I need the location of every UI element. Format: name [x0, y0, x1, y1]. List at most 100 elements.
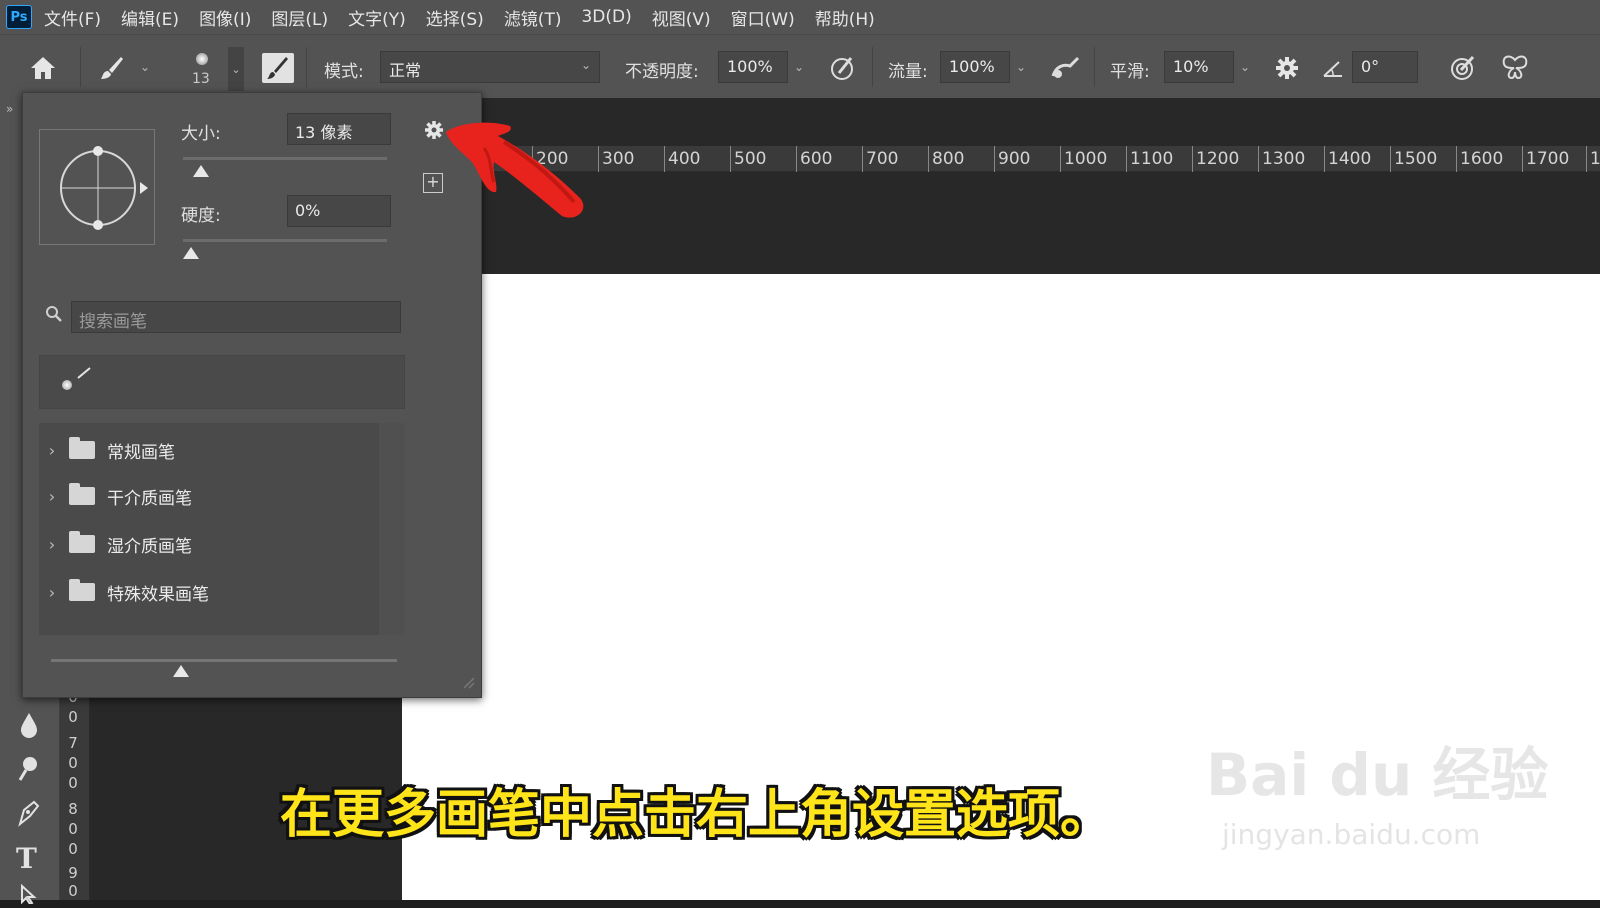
separator: [1094, 47, 1095, 87]
red-arrow-annotation: [446, 122, 584, 218]
ruler-h-label: 600: [796, 146, 832, 172]
smoothing-dropdown-icon[interactable]: ⌄: [1234, 51, 1256, 83]
brush-angle-preview[interactable]: [39, 129, 155, 245]
chevron-right-icon[interactable]: ›: [39, 583, 65, 602]
resize-grip-icon[interactable]: [459, 673, 475, 689]
menu-bar: Ps 文件(F) 编辑(E) 图像(I) 图层(L) 文字(Y) 选择(S) 滤…: [0, 0, 1600, 34]
folder-list-scrollbar[interactable]: [379, 423, 405, 635]
brush-preset-dropdown-icon[interactable]: ⌄: [228, 47, 244, 91]
flow-dropdown-icon[interactable]: ⌄: [1010, 51, 1032, 83]
ruler-v-label: 8: [68, 800, 78, 818]
menu-select[interactable]: 选择(S): [426, 5, 484, 30]
pressure-size-icon[interactable]: [1448, 53, 1478, 83]
menu-image[interactable]: 图像(I): [199, 5, 251, 30]
folder-label: 特殊效果画笔: [107, 584, 209, 605]
folder-row[interactable]: › 湿介质画笔: [39, 521, 379, 567]
recent-brushes-row: [39, 355, 405, 409]
separator: [80, 47, 81, 87]
chevron-right-icon[interactable]: ›: [39, 441, 65, 460]
tool-preset-dropdown-icon[interactable]: ⌄: [134, 51, 156, 83]
folder-row[interactable]: › 常规画笔: [39, 427, 379, 473]
ruler-v-label: 0: [68, 708, 78, 726]
search-icon: [45, 305, 63, 323]
chevron-right-icon[interactable]: ›: [39, 535, 65, 554]
size-input[interactable]: 13 像素: [287, 113, 391, 145]
brush-preset-picker[interactable]: 13: [186, 49, 222, 93]
flow-label: 流量:: [888, 62, 928, 82]
ruler-h-label: 1700: [1522, 146, 1569, 172]
ruler-h-label: 1600: [1456, 146, 1503, 172]
hardness-input[interactable]: 0%: [287, 195, 391, 227]
separator: [872, 47, 873, 87]
mode-select[interactable]: 正常 ⌄: [380, 51, 600, 83]
menu-layer[interactable]: 图层(L): [271, 5, 328, 30]
brush-tool-icon[interactable]: [96, 53, 126, 83]
symmetry-butterfly-icon[interactable]: [1500, 53, 1530, 83]
ruler-h-label: 500: [730, 146, 766, 172]
ruler-h-label: 900: [994, 146, 1030, 172]
flow-input[interactable]: 100%: [940, 51, 1010, 83]
menu-filter[interactable]: 滤镜(T): [504, 5, 562, 30]
folder-icon: [69, 579, 95, 601]
baidu-watermark: Bai du 经验: [1206, 741, 1549, 809]
ruler-h-label: 1100: [1126, 146, 1173, 172]
ruler-v-label: 0: [68, 882, 78, 900]
airbrush-icon[interactable]: [1050, 53, 1080, 83]
brush-tip-icon: [196, 53, 208, 65]
menu-file[interactable]: 文件(F): [44, 5, 101, 30]
hardness-label: 硬度:: [181, 206, 221, 226]
ruler-v-label: 0: [68, 754, 78, 772]
ruler-h-label: 1000: [1060, 146, 1107, 172]
folder-icon: [69, 531, 95, 553]
menu-3d[interactable]: 3D(D): [581, 7, 631, 27]
opacity-dropdown-icon[interactable]: ⌄: [788, 51, 810, 83]
menu-help[interactable]: 帮助(H): [815, 5, 875, 30]
preview-size-slider-thumb[interactable]: [173, 665, 189, 677]
menu-type[interactable]: 文字(Y): [348, 5, 406, 30]
path-selection-tool-icon[interactable]: [16, 883, 42, 906]
brush-preset-panel: 大小: 13 像素 + 硬度: 0% 搜索画笔 › 常规画笔 › 干介质画笔 ›: [22, 92, 482, 698]
home-icon[interactable]: [28, 53, 58, 83]
pressure-opacity-icon[interactable]: [828, 53, 858, 83]
ruler-h-label: 1400: [1324, 146, 1371, 172]
menu-view[interactable]: 视图(V): [652, 5, 711, 30]
opacity-input[interactable]: 100%: [718, 51, 788, 83]
angle-icon: [1318, 53, 1348, 83]
photoshop-logo: Ps: [6, 5, 32, 29]
ruler-v-label: 0: [68, 820, 78, 838]
size-slider-track[interactable]: [183, 157, 387, 160]
pen-tool-icon[interactable]: [16, 798, 42, 828]
ruler-h-label: 1200: [1192, 146, 1239, 172]
ruler-h-label: 1500: [1390, 146, 1437, 172]
hardness-slider-track[interactable]: [183, 239, 387, 242]
ruler-h-label: 1: [1586, 146, 1600, 172]
type-tool-icon[interactable]: T: [16, 842, 42, 875]
brush-settings-panel-icon[interactable]: [262, 53, 294, 83]
menu-edit[interactable]: 编辑(E): [121, 5, 179, 30]
folder-row[interactable]: › 特殊效果画笔: [39, 569, 379, 615]
hardness-slider-thumb[interactable]: [183, 247, 199, 259]
folder-icon: [69, 483, 95, 505]
blur-tool-icon[interactable]: [16, 710, 42, 740]
brush-search-input[interactable]: 搜索画笔: [71, 301, 401, 333]
menu-window[interactable]: 窗口(W): [731, 5, 795, 30]
ruler-h-label: 700: [862, 146, 898, 172]
ruler-h-label: 300: [598, 146, 634, 172]
separator: [306, 47, 307, 87]
collapse-icon[interactable]: »: [6, 102, 13, 116]
preview-size-slider-track[interactable]: [51, 659, 397, 662]
smoothing-input[interactable]: 10%: [1164, 51, 1234, 83]
angle-input[interactable]: 0°: [1352, 51, 1418, 83]
folder-row[interactable]: › 干介质画笔: [39, 473, 379, 519]
dodge-tool-icon[interactable]: [16, 754, 42, 784]
mode-label: 模式:: [324, 62, 364, 82]
ruler-v-label: 0: [68, 840, 78, 858]
ruler-h-label: 800: [928, 146, 964, 172]
folder-label: 常规画笔: [107, 442, 175, 463]
size-slider-thumb[interactable]: [193, 165, 210, 177]
ruler-v-label: 9: [68, 864, 78, 882]
gear-icon[interactable]: [1272, 53, 1302, 83]
recent-brush-swatch[interactable]: [52, 366, 92, 400]
ruler-h-label: 400: [664, 146, 700, 172]
chevron-right-icon[interactable]: ›: [39, 487, 65, 506]
